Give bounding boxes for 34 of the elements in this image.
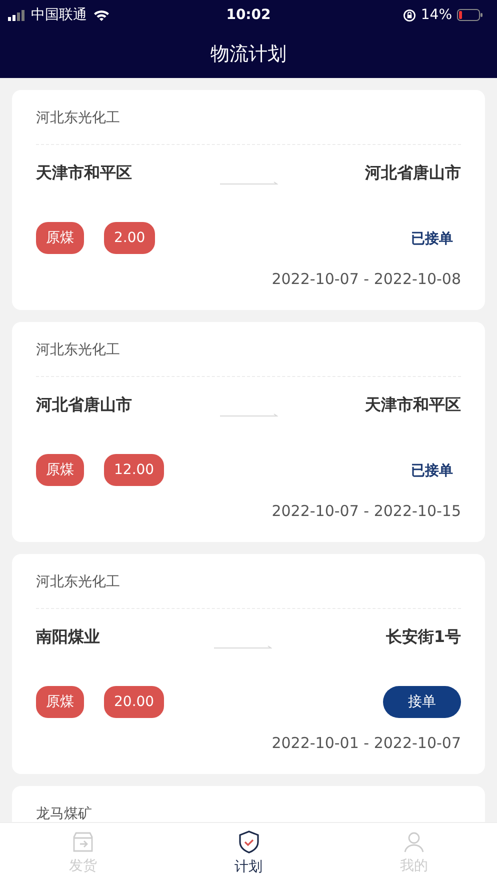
date-range: 2022-10-07 - 2022-10-08: [272, 270, 461, 288]
date-range: 2022-10-07 - 2022-10-15: [272, 502, 461, 520]
company-name: 河北东光化工: [36, 341, 120, 360]
tab-bar-item[interactable]: 计划: [166, 823, 332, 883]
amount-tag: 20.00: [104, 686, 164, 718]
order-status: 已接单: [411, 231, 453, 247]
clock-time: 10:02: [226, 7, 271, 23]
cargo-tag: 原煤: [36, 454, 84, 486]
company-name: 河北东光化工: [36, 573, 120, 592]
amount-tag: 2.00: [104, 222, 156, 254]
amount-tag: 12.00: [104, 454, 164, 486]
page-title: 物流计划: [210, 42, 286, 67]
cargo-tag: 原煤: [36, 222, 84, 254]
company-name: 龙马煤矿: [36, 805, 92, 824]
destination-place: 天津市和平区: [365, 394, 461, 416]
rotation-lock-icon: [402, 8, 416, 22]
shield-check-icon: [238, 830, 260, 854]
signal-icon: [8, 10, 25, 20]
cargo-tag: 原煤: [36, 686, 84, 718]
accept-order-button[interactable]: 接单: [383, 686, 461, 718]
wifi-icon: [93, 9, 110, 21]
battery-percent: 14%: [420, 7, 452, 23]
order-status: 已接单: [411, 463, 453, 479]
company-name: 河北东光化工: [36, 109, 120, 128]
battery-icon: [457, 9, 483, 21]
box-arrow-icon: [72, 831, 94, 853]
destination-place: 长安街1号: [386, 626, 461, 648]
person-icon: [403, 831, 426, 853]
origin-place: 河北省唐山市: [36, 394, 132, 416]
origin-place: 天津市和平区: [36, 162, 132, 184]
carrier-name: 中国联通: [31, 6, 87, 24]
date-range: 2022-10-01 - 2022-10-07: [272, 734, 461, 752]
origin-place: 南阳煤业: [36, 626, 100, 648]
destination-place: 河北省唐山市: [365, 162, 461, 184]
